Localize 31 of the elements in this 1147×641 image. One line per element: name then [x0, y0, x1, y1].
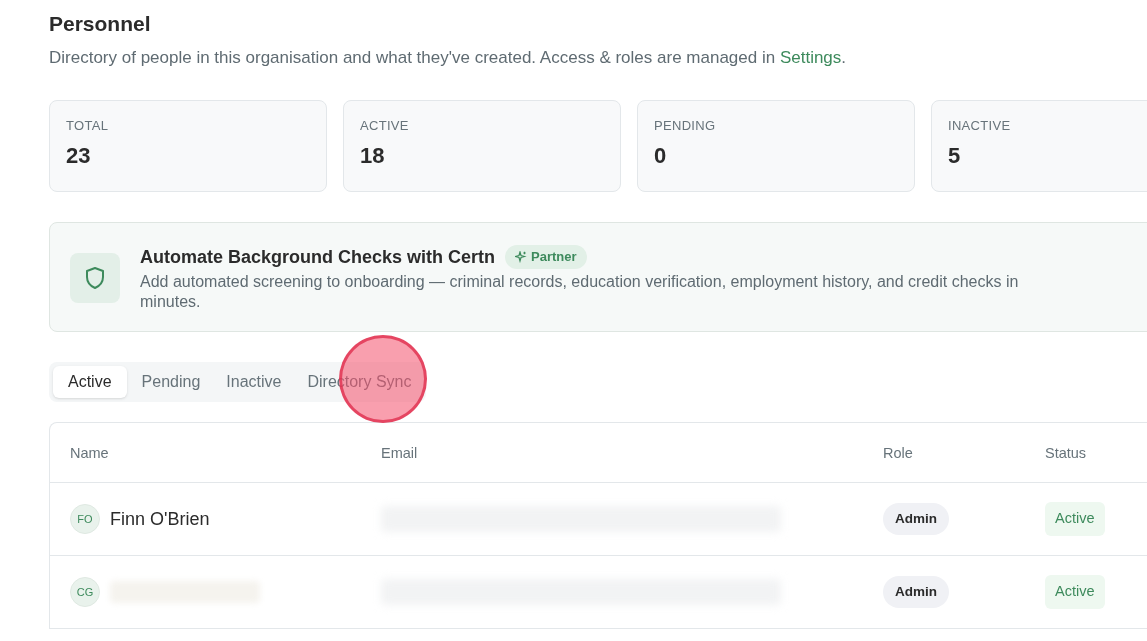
stat-label: TOTAL — [66, 118, 110, 134]
tab[interactable]: Directory Sync — [296, 366, 423, 398]
stat-label: ACTIVE — [360, 118, 410, 134]
column-header: Name — [70, 444, 109, 461]
stat-label: INACTIVE — [948, 118, 1012, 134]
column-header: Email — [381, 444, 418, 461]
column-header: Status — [1045, 444, 1087, 461]
page-description: Directory of people in this organisation and what they've created. Access & roles are managed in Settings. — [49, 47, 848, 69]
role-badge: Admin — [883, 502, 949, 536]
stat-value: 0 — [654, 143, 668, 169]
shield-icon — [84, 266, 106, 290]
avatar-initials: CG — [70, 577, 100, 607]
stat-value: 18 — [360, 143, 386, 169]
tab[interactable]: Inactive — [215, 366, 293, 398]
stat-value: 23 — [66, 143, 92, 169]
avatar-initials: FO — [70, 504, 100, 534]
banner-title: Automate Background Checks with Certn — [140, 246, 496, 269]
banner-description: Add automated screening to onboarding — criminal records, education verification, employment history, and credit checks in minutes. — [140, 272, 1020, 312]
stat-label: PENDING — [654, 118, 717, 134]
page-title: Personnel — [49, 11, 152, 37]
tab[interactable]: Active — [53, 366, 127, 398]
column-header: Role — [883, 444, 913, 461]
partner-badge: Partner — [505, 245, 587, 269]
stat-value: 5 — [948, 143, 962, 169]
status-badge: Active — [1045, 502, 1105, 536]
settings-link[interactable]: Settings — [779, 48, 842, 67]
sparkle-icon — [515, 251, 528, 263]
tab[interactable]: Pending — [130, 366, 212, 398]
person-name: Finn O'Brien — [110, 507, 210, 531]
role-badge: Admin — [883, 575, 949, 609]
status-badge: Active — [1045, 575, 1105, 609]
